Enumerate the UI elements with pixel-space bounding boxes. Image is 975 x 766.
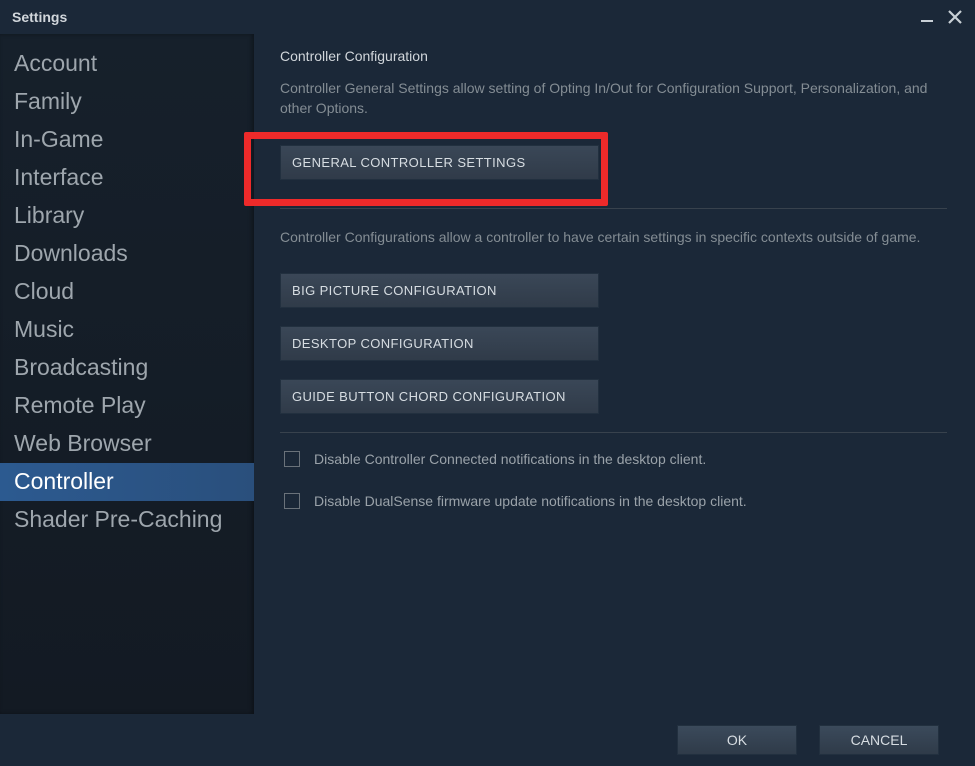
sidebar-item-remote-play[interactable]: Remote Play xyxy=(0,386,254,424)
page-title: Controller Configuration xyxy=(280,48,947,64)
disable-connected-notifications-checkbox[interactable] xyxy=(284,451,300,467)
checkbox-label: Disable Controller Connected notificatio… xyxy=(314,451,706,467)
title-bar: Settings xyxy=(0,0,975,34)
disable-dualsense-firmware-checkbox[interactable] xyxy=(284,493,300,509)
sidebar-item-account[interactable]: Account xyxy=(0,44,254,82)
close-icon[interactable] xyxy=(945,7,965,27)
big-picture-configuration-button[interactable]: BIG PICTURE CONFIGURATION xyxy=(280,273,599,308)
sidebar-item-library[interactable]: Library xyxy=(0,196,254,234)
content-panel: Controller Configuration Controller Gene… xyxy=(254,34,975,714)
checkbox-label: Disable DualSense firmware update notifi… xyxy=(314,493,747,509)
ok-button[interactable]: OK xyxy=(677,725,797,755)
guide-button-chord-configuration-button[interactable]: GUIDE BUTTON CHORD CONFIGURATION xyxy=(280,379,599,414)
general-controller-settings-button[interactable]: GENERAL CONTROLLER SETTINGS xyxy=(280,145,599,180)
body-area: Account Family In-Game Interface Library… xyxy=(0,34,975,714)
sidebar-item-downloads[interactable]: Downloads xyxy=(0,234,254,272)
dialog-footer: OK CANCEL xyxy=(0,714,975,766)
checkbox-row-disable-connected: Disable Controller Connected notificatio… xyxy=(284,451,947,467)
controller-configs-description: Controller Configurations allow a contro… xyxy=(280,227,947,247)
sidebar-item-broadcasting[interactable]: Broadcasting xyxy=(0,348,254,386)
minimize-icon[interactable] xyxy=(917,7,937,27)
sidebar-item-cloud[interactable]: Cloud xyxy=(0,272,254,310)
sidebar-item-web-browser[interactable]: Web Browser xyxy=(0,424,254,462)
window-title: Settings xyxy=(12,9,67,25)
sidebar-item-in-game[interactable]: In-Game xyxy=(0,120,254,158)
checkbox-row-disable-dualsense: Disable DualSense firmware update notifi… xyxy=(284,493,947,509)
divider xyxy=(280,208,947,209)
sidebar-item-music[interactable]: Music xyxy=(0,310,254,348)
sidebar-item-controller[interactable]: Controller xyxy=(0,463,254,501)
sidebar-item-family[interactable]: Family xyxy=(0,82,254,120)
settings-sidebar: Account Family In-Game Interface Library… xyxy=(0,34,254,714)
divider xyxy=(280,432,947,433)
sidebar-item-shader-pre-caching[interactable]: Shader Pre-Caching xyxy=(0,501,254,539)
desktop-configuration-button[interactable]: DESKTOP CONFIGURATION xyxy=(280,326,599,361)
window-controls xyxy=(917,7,965,27)
cancel-button[interactable]: CANCEL xyxy=(819,725,939,755)
general-settings-description: Controller General Settings allow settin… xyxy=(280,78,947,119)
sidebar-item-interface[interactable]: Interface xyxy=(0,158,254,196)
